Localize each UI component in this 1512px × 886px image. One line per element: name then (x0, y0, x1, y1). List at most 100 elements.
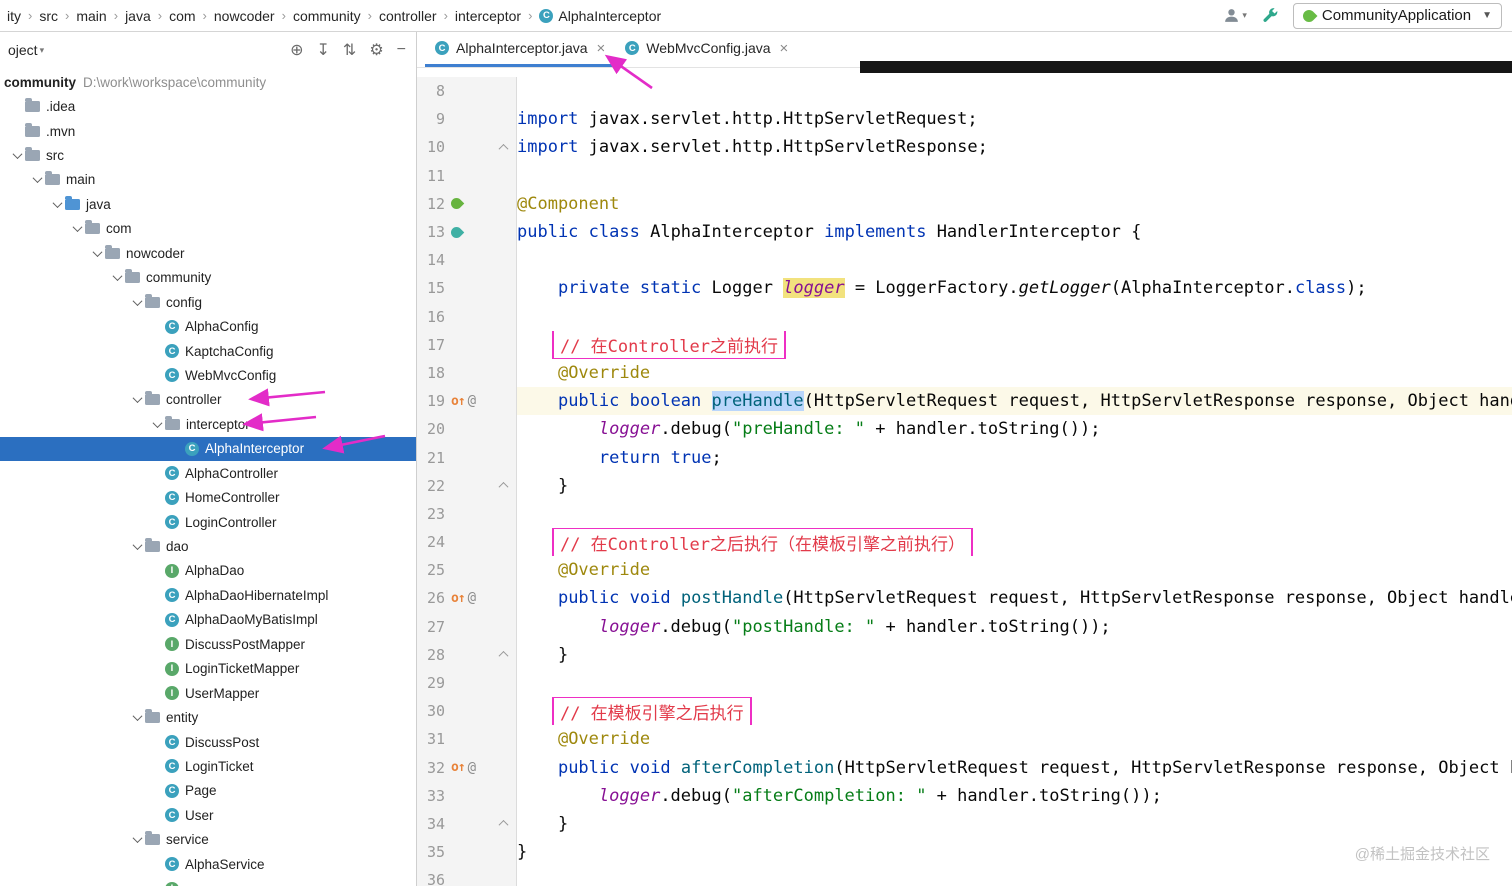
code-line-10[interactable]: 10 import javax.servlet.http.HttpServletR… (417, 133, 1512, 162)
tree-item-config[interactable]: config (0, 290, 416, 314)
code-line-27[interactable]: 27 logger .debug("postHandle: " + handler… (417, 612, 1512, 641)
overriding-method-icon[interactable]: o↑ (451, 591, 466, 606)
build-tools-button[interactable] (1261, 7, 1279, 25)
tab-alphainterceptor-java[interactable]: C AlphaInterceptor.java × (425, 32, 616, 67)
code-line-30[interactable]: 30 // 在模板引擎之后执行 (417, 697, 1512, 726)
code-line-8[interactable]: 8 (417, 77, 1512, 106)
code-line-19[interactable]: 19 o↑ @ public boolean preHandle (HttpServl… (417, 387, 1512, 416)
editor-body[interactable]: 8 9 import javax.servlet.http.HttpServletR… (417, 68, 1512, 886)
breadcrumb-item-nowcoder[interactable]: nowcoder (211, 6, 278, 26)
breadcrumb-item-src[interactable]: src (36, 6, 61, 26)
code-line-22[interactable]: 22 } (417, 471, 1512, 500)
spring-bean-icon[interactable] (448, 224, 465, 240)
code-line-33[interactable]: 33 logger .debug("afterCompletion: " + ha… (417, 781, 1512, 810)
fold-marker-icon[interactable] (498, 143, 509, 154)
tree-item-logincontroller[interactable]: C LoginController (0, 510, 416, 534)
overriding-method-icon[interactable]: o↑ (451, 394, 466, 409)
tree-item-loginticketmapper[interactable]: I LoginTicketMapper (0, 657, 416, 681)
tree-item-service[interactable]: service (0, 828, 416, 852)
tree-item-alphadaohibernateimpl[interactable]: C AlphaDaoHibernateImpl (0, 583, 416, 607)
code-line-24[interactable]: 24 // 在Controller之后执行（在模板引擎之前执行） (417, 528, 1512, 557)
chevron-down-icon[interactable] (130, 396, 145, 403)
code-line-28[interactable]: 28 } (417, 640, 1512, 669)
user-profile-button[interactable]: ▾ (1223, 7, 1247, 24)
tab-webmvcconfig-java[interactable]: C WebMvcConfig.java × (615, 32, 798, 67)
code-line-25[interactable]: 25 @Override (417, 556, 1512, 585)
breadcrumb-item-java[interactable]: java (122, 6, 154, 26)
chevron-down-icon[interactable] (130, 299, 145, 306)
tree-item-nowcoder[interactable]: nowcoder (0, 241, 416, 265)
code-line-20[interactable]: 20 logger .debug("preHandle: " + handler.… (417, 415, 1512, 444)
chevron-down-icon[interactable] (30, 176, 45, 183)
breadcrumb-item-community[interactable]: community (290, 6, 364, 26)
tree-item-discusspostmapper[interactable]: I DiscussPostMapper (0, 632, 416, 656)
tree-item-loginticket[interactable]: C LoginTicket (0, 754, 416, 778)
project-view-title[interactable]: oject (8, 42, 38, 58)
code-line-26[interactable]: 26 o↑ @ public void postHandle (HttpServlet… (417, 584, 1512, 613)
tree-item-user[interactable]: C User (0, 803, 416, 827)
tree-item-discusspost[interactable]: C DiscussPost (0, 730, 416, 754)
tree-item-usermapper[interactable]: I UserMapper (0, 681, 416, 705)
tree-item-alphaconfig[interactable]: C AlphaConfig (0, 314, 416, 338)
chevron-down-icon[interactable] (70, 225, 85, 232)
tree-item-item[interactable]: I (0, 876, 416, 886)
code-line-23[interactable]: 23 (417, 499, 1512, 528)
chevron-down-icon[interactable] (130, 836, 145, 843)
breadcrumb-item-ity[interactable]: ity (4, 6, 24, 26)
breadcrumb-item-main[interactable]: main (73, 6, 109, 26)
tree-item-homecontroller[interactable]: C HomeController (0, 485, 416, 509)
hide-panel-icon[interactable]: − (397, 41, 406, 59)
tree-item-interceptor[interactable]: interceptor (0, 412, 416, 436)
tree-item--mvn[interactable]: .mvn (0, 119, 416, 143)
run-configuration-select[interactable]: CommunityApplication ▼ (1292, 2, 1502, 29)
tree-item-community[interactable]: community (0, 266, 416, 290)
code-line-16[interactable]: 16 (417, 302, 1512, 331)
fold-marker-icon[interactable] (498, 482, 509, 493)
settings-gear-icon[interactable]: ⚙ (369, 40, 383, 60)
code-line-14[interactable]: 14 (417, 246, 1512, 275)
tree-item-alphainterceptor[interactable]: C AlphaInterceptor (0, 436, 416, 461)
code-line-34[interactable]: 34 } (417, 809, 1512, 839)
tree-item-kaptchaconfig[interactable]: C KaptchaConfig (0, 339, 416, 363)
breadcrumb-item-controller[interactable]: controller (376, 6, 440, 26)
chevron-down-icon[interactable] (150, 421, 165, 428)
breadcrumb-item-com[interactable]: com (166, 6, 198, 26)
chevron-down-icon[interactable] (130, 714, 145, 721)
tree-item-dao[interactable]: dao (0, 534, 416, 558)
code-line-15[interactable]: 15 private static Logger logger = Logger… (417, 274, 1512, 303)
overriding-method-icon[interactable]: o↑ (451, 760, 466, 775)
code-line-29[interactable]: 29 (417, 668, 1512, 698)
code-line-17[interactable]: 17 // 在Controller之前执行 (417, 330, 1512, 359)
locate-icon[interactable]: ⊕ (290, 40, 303, 60)
code-line-32[interactable]: 32 o↑ @ public void afterCompletion (HttpSe… (417, 753, 1512, 782)
collapse-all-icon[interactable]: ⇅ (343, 40, 356, 60)
close-tab-icon[interactable]: × (597, 40, 606, 57)
breadcrumb-item-alphainterceptor[interactable]: C AlphaInterceptor (536, 6, 664, 26)
tree-item-page[interactable]: C Page (0, 779, 416, 803)
tree-item-entity[interactable]: entity (0, 705, 416, 729)
tree-item--idea[interactable]: .idea (0, 94, 416, 118)
code-line-13[interactable]: 13 public class AlphaInterceptor implemen… (417, 217, 1512, 247)
code-line-21[interactable]: 21 return true; (417, 443, 1512, 472)
chevron-down-icon[interactable] (10, 152, 25, 159)
code-line-11[interactable]: 11 (417, 161, 1512, 190)
tree-item-src[interactable]: src (0, 143, 416, 167)
tree-item-java[interactable]: java (0, 192, 416, 216)
tree-item-alphadaomybatisimpl[interactable]: C AlphaDaoMyBatisImpl (0, 608, 416, 632)
spring-component-icon[interactable] (448, 196, 465, 212)
code-line-9[interactable]: 9 import javax.servlet.http.HttpServletRe… (417, 105, 1512, 134)
tree-item-alphacontroller[interactable]: C AlphaController (0, 461, 416, 485)
chevron-down-icon[interactable] (50, 201, 65, 208)
code-line-35[interactable]: 35} (417, 838, 1512, 867)
fold-marker-icon[interactable] (498, 651, 509, 662)
chevron-down-icon[interactable] (110, 274, 125, 281)
tree-item-community[interactable]: community D:\work\workspace\community (0, 70, 416, 94)
tree-item-controller[interactable]: controller (0, 388, 416, 412)
chevron-down-icon[interactable] (130, 543, 145, 550)
breadcrumb-item-interceptor[interactable]: interceptor (452, 6, 524, 26)
code-line-18[interactable]: 18 @Override (417, 358, 1512, 388)
code-line-12[interactable]: 12 @Component (417, 189, 1512, 218)
tree-item-webmvcconfig[interactable]: C WebMvcConfig (0, 363, 416, 387)
tree-item-com[interactable]: com (0, 217, 416, 241)
code-line-36[interactable]: 36 (417, 866, 1512, 886)
